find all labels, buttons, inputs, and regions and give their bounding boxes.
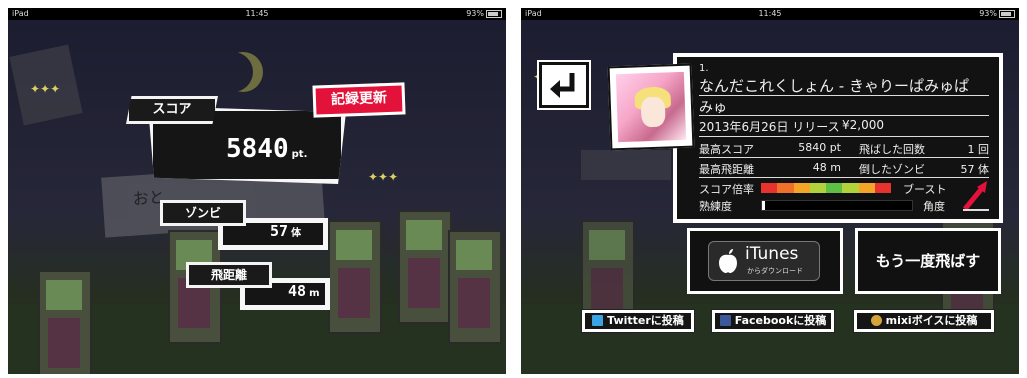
zombie-count-unit: 体 — [291, 228, 302, 239]
zombie-figure — [398, 210, 452, 324]
status-bar: iPad 11:45 93% — [521, 8, 1019, 20]
facebook-icon — [719, 315, 731, 326]
zombie-count-group: 57 体 — [270, 222, 301, 240]
distance-group: 48 m — [288, 282, 319, 300]
defeated-label: 倒したゾンビ — [859, 163, 925, 176]
song-title: なんだこれくしょん - きゃりーぱみゅぱ — [699, 77, 969, 95]
defeated-value: 57 体 — [960, 163, 990, 176]
record-badge: 記録更新 — [312, 82, 406, 118]
skill-bar — [761, 200, 913, 211]
battery-percent: 93% — [466, 9, 484, 18]
song-info-panel: 1. なんだこれくしょん - きゃりーぱみゅぱ みゅ 2013年6月26日 リリ… — [673, 53, 1003, 223]
distance-label: 飛距離 — [186, 262, 272, 288]
multiplier-segment — [761, 183, 778, 193]
twitter-share-button[interactable]: Twitterに投稿 — [581, 309, 695, 333]
multiplier-bar — [761, 183, 891, 193]
song-title-cont: みゅ — [699, 100, 727, 116]
launch-count-label: 飛ばした回数 — [859, 143, 925, 156]
best-score-label: 最高スコア — [699, 143, 754, 156]
status-bar: iPad 11:45 93% — [8, 8, 506, 20]
multiplier-segment — [842, 183, 859, 193]
best-score-value: 5840 pt — [798, 141, 841, 154]
launch-count-value: 1 回 — [967, 143, 990, 156]
multiplier-segment — [777, 183, 794, 193]
apple-icon — [719, 249, 737, 273]
battery-indicator: 93% — [979, 8, 1015, 20]
track-number: 1. — [699, 63, 709, 74]
moon-icon — [213, 52, 253, 92]
battery-icon — [486, 9, 502, 18]
status-time: 11:45 — [245, 9, 269, 18]
skill-label: 熟練度 — [699, 200, 732, 213]
zombie-figure — [328, 220, 382, 334]
score-value-group: 5840 pt. — [226, 134, 307, 164]
return-arrow-icon — [550, 73, 575, 98]
twitter-share-label: Twitterに投稿 — [607, 314, 684, 327]
multiplier-segment — [793, 183, 810, 193]
mixi-icon — [870, 315, 882, 326]
price: ¥2,000 — [842, 118, 884, 132]
itunes-download-button[interactable]: iTunes からダウンロード — [687, 228, 843, 294]
multiplier-segment — [858, 183, 875, 193]
distance-value: 48 — [288, 282, 307, 300]
battery-icon — [999, 9, 1015, 18]
itunes-sublabel: からダウンロード — [747, 267, 803, 275]
zombie-figure — [448, 230, 502, 344]
song-detail-screen: iPad 11:45 93% ✦✦✦ 1. なんだこれくしょん - きゃりーぱみ… — [521, 8, 1019, 374]
score-unit: pt. — [291, 149, 308, 160]
album-jacket-image — [607, 63, 695, 151]
release-date: 2013年6月26日 リリース — [699, 120, 840, 134]
game-background: ✦✦✦ ✦✦✦ おと — [8, 20, 506, 374]
distance-unit: m — [309, 288, 320, 299]
zombie-figure — [38, 270, 92, 374]
twitter-icon — [592, 315, 604, 326]
result-screen: iPad 11:45 93% ✦✦✦ ✦✦✦ おと スコア 5840 pt. 記録… — [8, 8, 506, 374]
angle-arrow-icon — [963, 181, 989, 211]
score-label: スコア — [126, 96, 218, 124]
best-distance-value: 48 m — [812, 161, 841, 174]
facebook-share-label: Facebookに投稿 — [734, 314, 827, 327]
boost-label: ブースト — [903, 183, 947, 196]
multiplier-segment — [809, 183, 826, 193]
itunes-badge: iTunes からダウンロード — [708, 241, 820, 281]
back-button[interactable] — [537, 60, 591, 110]
sparkle-icon: ✦✦✦ — [368, 170, 399, 184]
battery-indicator: 93% — [466, 8, 502, 20]
itunes-label: iTunes — [745, 244, 799, 264]
skill-bar-fill — [762, 201, 765, 210]
zombie-count-label: ゾンビ — [160, 200, 246, 226]
best-distance-label: 最高飛距離 — [699, 163, 754, 176]
mixi-share-button[interactable]: mixiボイスに投稿 — [853, 309, 995, 333]
score-value: 5840 — [226, 134, 289, 164]
multiplier-segment — [874, 183, 891, 193]
facebook-share-button[interactable]: Facebookに投稿 — [711, 309, 835, 333]
mixi-share-label: mixiボイスに投稿 — [885, 314, 978, 327]
multiplier-label: スコア倍率 — [699, 183, 754, 196]
multiplier-segment — [826, 183, 843, 193]
bg-sign — [581, 150, 671, 180]
battery-percent: 93% — [979, 9, 997, 18]
angle-label: 角度 — [923, 200, 945, 213]
zombie-count-value: 57 — [270, 222, 289, 240]
status-time: 11:45 — [758, 9, 782, 18]
sparkle-icon: ✦✦✦ — [30, 82, 61, 96]
retry-button[interactable]: もう一度飛ばす — [855, 228, 1001, 294]
